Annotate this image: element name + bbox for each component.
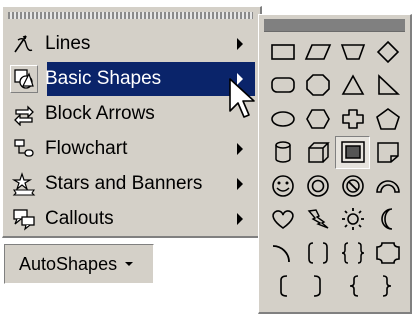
heart-shape-button[interactable] — [265, 203, 300, 237]
menu-item-basic-shapes[interactable]: Basic Shapes — [7, 62, 255, 96]
arc-icon — [272, 244, 290, 262]
autoshapes-menu: Lines Basic Shapes Block Arrows Flowchar… — [2, 6, 262, 238]
moon-shape-button[interactable] — [370, 203, 405, 237]
palette-title-bar[interactable] — [264, 19, 405, 32]
basic-shapes-icon — [10, 65, 38, 93]
hexagon-icon — [305, 108, 330, 129]
callouts-icon — [11, 206, 37, 232]
basic-shapes-palette — [258, 14, 412, 314]
autoshapes-button[interactable]: AutoShapes — [4, 244, 154, 284]
menu-item-label: Lines — [45, 33, 91, 54]
submenu-arrow-icon — [237, 178, 243, 190]
right-bracket-icon — [313, 275, 321, 298]
sun-icon — [341, 208, 364, 231]
oval-shape-button[interactable] — [265, 102, 300, 136]
no-symbol-icon — [341, 174, 364, 197]
left-brace-shape-button[interactable] — [335, 270, 370, 304]
autoshapes-label: AutoShapes — [19, 253, 118, 274]
menu-item-label: Block Arrows — [45, 103, 155, 124]
shapes-grid — [265, 35, 405, 303]
bevel-shape-button[interactable] — [335, 135, 370, 169]
moon-icon — [380, 208, 392, 231]
diamond-icon — [376, 40, 399, 63]
parallelogram-icon — [304, 43, 331, 60]
submenu-arrow-icon — [237, 143, 243, 155]
block-arc-shape-button[interactable] — [370, 169, 405, 203]
isosceles-triangle-icon — [341, 74, 364, 96]
oval-icon — [270, 110, 295, 127]
cube-icon — [307, 142, 330, 163]
submenu-arrow-icon — [237, 38, 243, 50]
can-shape-button[interactable] — [265, 136, 300, 170]
diamond-shape-button[interactable] — [370, 35, 405, 69]
menu-item-callouts[interactable]: Callouts — [7, 202, 255, 236]
menu-item-label: Stars and Banners — [45, 173, 203, 194]
lines-icon — [11, 31, 37, 57]
smiley-face-shape-button[interactable] — [265, 169, 300, 203]
pentagon-shape-button[interactable] — [370, 102, 405, 136]
cross-icon — [341, 108, 364, 129]
right-brace-shape-button[interactable] — [370, 270, 405, 304]
heart-icon — [271, 210, 294, 230]
octagon-icon — [305, 74, 330, 97]
left-bracket-icon — [279, 275, 287, 298]
cube-shape-button[interactable] — [300, 136, 335, 170]
can-icon — [274, 141, 291, 163]
no-symbol-shape-button[interactable] — [335, 169, 370, 203]
donut-icon — [306, 174, 329, 197]
smiley-face-icon — [271, 174, 294, 197]
triangle-shape-button[interactable] — [335, 69, 370, 103]
plaque-icon — [375, 241, 400, 264]
flowchart-icon — [11, 136, 37, 162]
double-brace-icon — [341, 242, 364, 264]
menu-item-label: Flowchart — [45, 138, 128, 159]
rounded-rectangle-shape-button[interactable] — [265, 69, 300, 103]
dropdown-arrow-icon — [125, 262, 134, 266]
rectangle-shape-button[interactable] — [265, 35, 300, 69]
lightning-bolt-icon — [307, 209, 328, 229]
trapezoid-icon — [340, 43, 365, 60]
lightning-bolt-shape-button[interactable] — [300, 203, 335, 237]
bevel-icon — [340, 141, 365, 163]
sun-shape-button[interactable] — [335, 203, 370, 237]
right-bracket-shape-button[interactable] — [300, 270, 335, 304]
trapezoid-shape-button[interactable] — [335, 35, 370, 69]
double-brace-shape-button[interactable] — [335, 236, 370, 270]
menu-item-label: Callouts — [45, 208, 114, 229]
right-triangle-shape-button[interactable] — [370, 69, 405, 103]
double-bracket-icon — [307, 241, 328, 264]
rounded-rectangle-icon — [270, 77, 295, 94]
octagon-shape-button[interactable] — [300, 69, 335, 103]
donut-shape-button[interactable] — [300, 169, 335, 203]
menu-item-block-arrows[interactable]: Block Arrows — [7, 97, 255, 131]
folded-corner-shape-button[interactable] — [370, 136, 405, 170]
left-bracket-shape-button[interactable] — [265, 270, 300, 304]
arc-shape-button[interactable] — [265, 236, 300, 270]
block-arrows-icon — [11, 101, 37, 127]
mouse-cursor-icon — [229, 78, 255, 118]
rectangle-icon — [270, 43, 295, 60]
submenu-arrow-icon — [237, 213, 243, 225]
block-arc-icon — [375, 180, 400, 193]
menu-item-flowchart[interactable]: Flowchart — [7, 132, 255, 166]
folded-corner-icon — [376, 142, 399, 163]
pentagon-icon — [375, 107, 400, 130]
double-bracket-shape-button[interactable] — [300, 236, 335, 270]
plaque-shape-button[interactable] — [370, 236, 405, 270]
cross-shape-button[interactable] — [335, 102, 370, 136]
right-brace-icon — [382, 275, 391, 298]
menu-item-stars-and-banners[interactable]: Stars and Banners — [7, 167, 255, 201]
menu-drag-handle[interactable] — [8, 12, 253, 19]
menu-item-lines[interactable]: Lines — [7, 27, 255, 61]
right-triangle-icon — [377, 74, 400, 96]
hexagon-shape-button[interactable] — [300, 102, 335, 136]
left-brace-icon — [349, 275, 358, 298]
stars-banners-icon — [11, 171, 37, 197]
menu-item-label: Basic Shapes — [45, 68, 162, 89]
parallelogram-shape-button[interactable] — [300, 35, 335, 69]
